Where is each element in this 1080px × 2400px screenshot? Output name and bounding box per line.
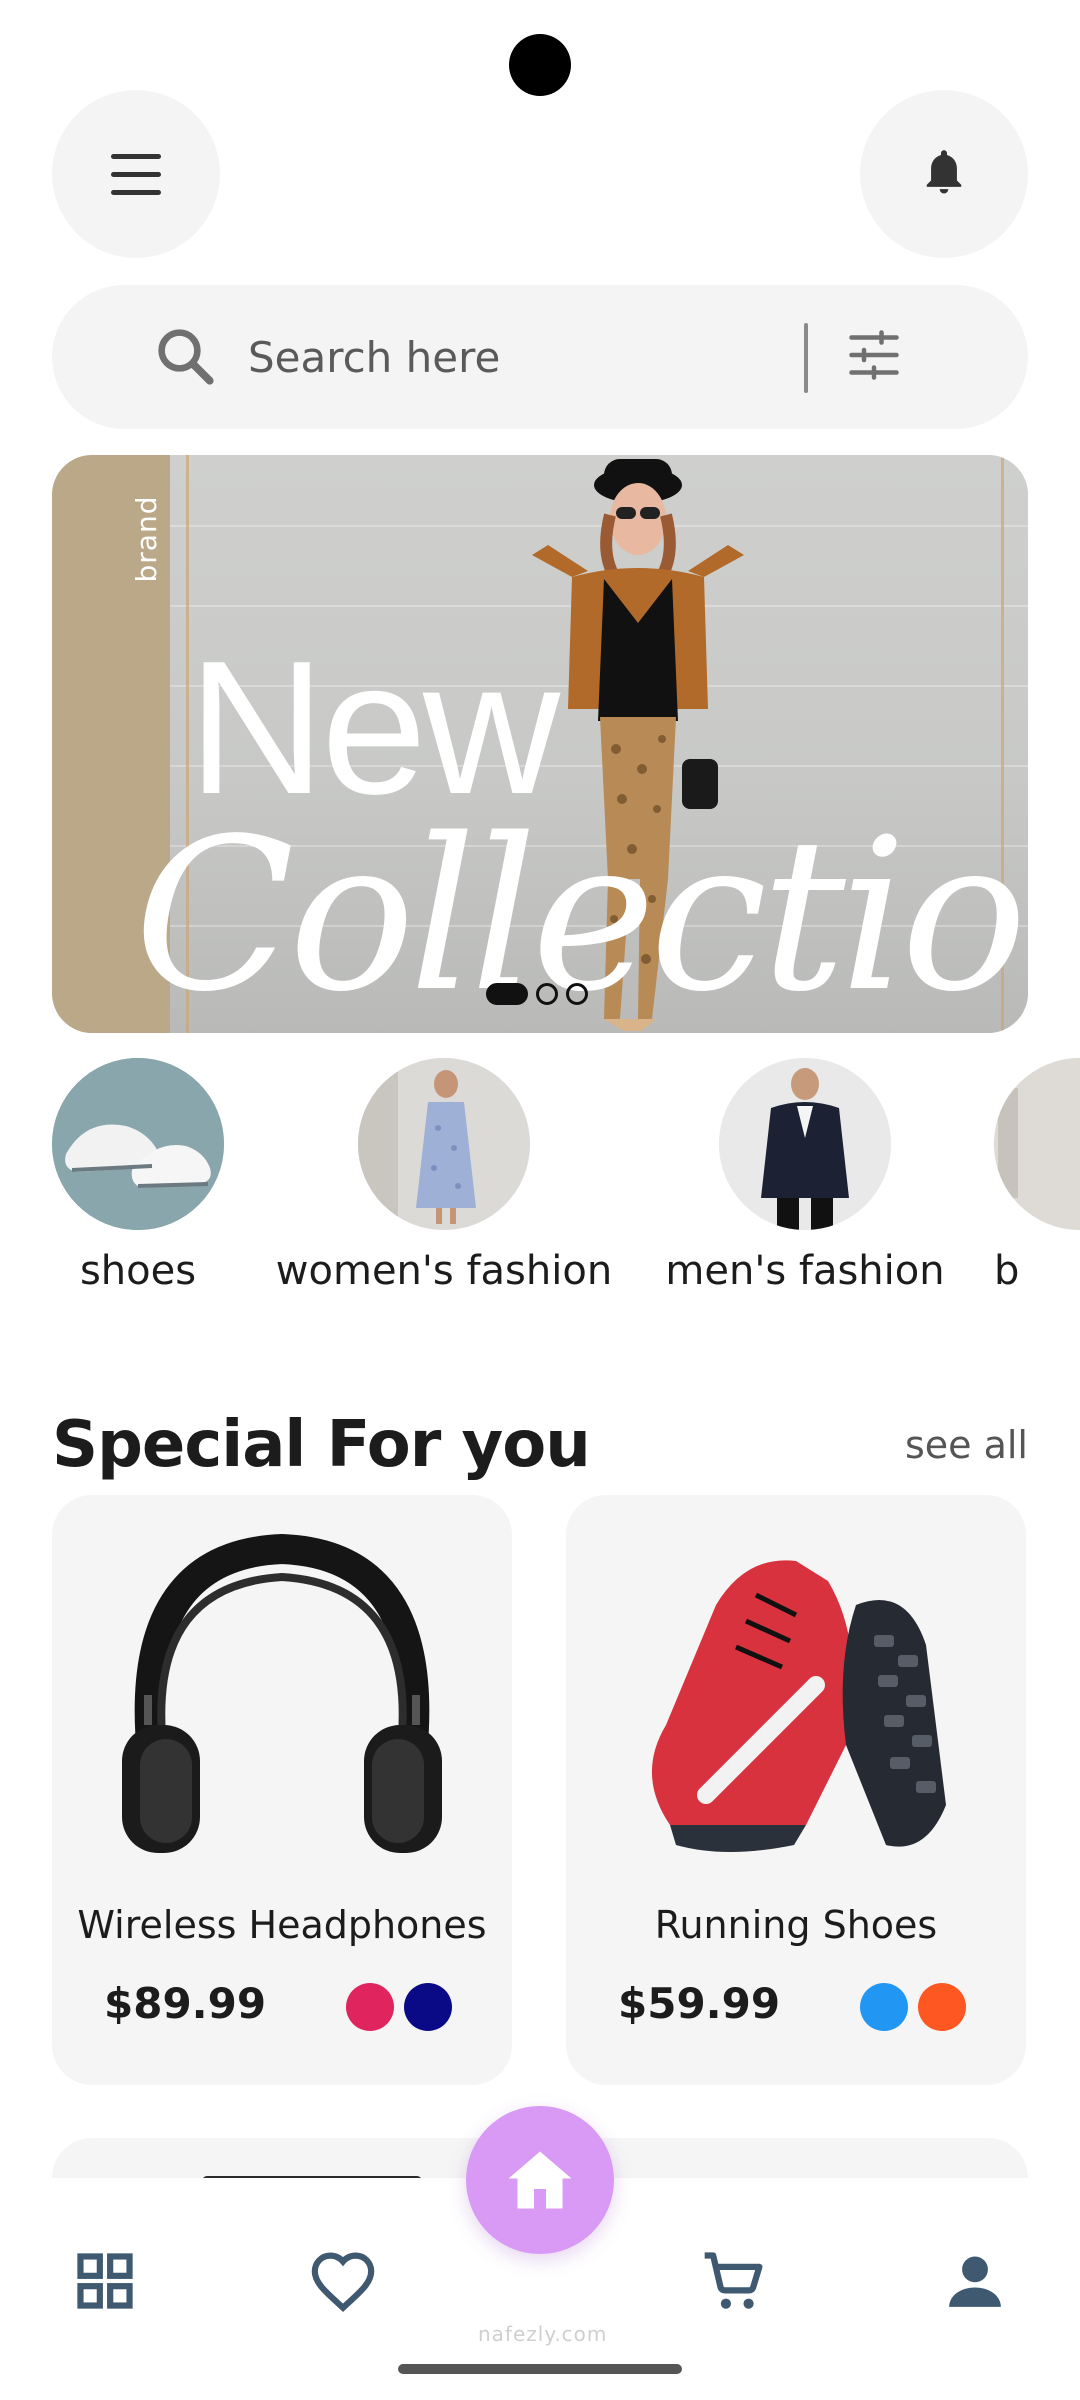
section-title: Special For you (52, 1408, 591, 1482)
color-swatch[interactable] (346, 1983, 394, 2031)
category-image (719, 1058, 891, 1230)
product-card[interactable]: Wireless Headphones $89.99 (52, 1495, 512, 2085)
pagination-dot[interactable] (536, 983, 558, 1005)
system-home-indicator[interactable] (398, 2364, 682, 2374)
color-swatch[interactable] (860, 1983, 908, 2031)
search-icon (158, 329, 214, 385)
running-shoes-image (651, 1560, 946, 1852)
search-input[interactable] (248, 323, 828, 391)
color-swatch[interactable] (404, 1983, 452, 2031)
see-all-link[interactable]: see all (905, 1423, 1028, 1467)
product-card[interactable]: Running Shoes $59.99 (566, 1495, 1026, 2085)
category-image (358, 1058, 530, 1230)
category-mens-fashion[interactable]: men's fashion (660, 1058, 950, 1294)
user-icon (949, 2256, 1001, 2307)
nav-cart[interactable] (688, 2236, 778, 2326)
search-divider (804, 323, 808, 393)
pagination-dot-active[interactable] (486, 983, 528, 1005)
category-label: b (994, 1248, 1020, 1294)
home-icon (508, 2151, 572, 2209)
category-label: men's fashion (665, 1248, 945, 1294)
bell-icon (926, 150, 962, 194)
category-more[interactable]: b (994, 1058, 1080, 1294)
product-name: Running Shoes (654, 1903, 938, 1947)
category-image (994, 1058, 1080, 1230)
nav-categories[interactable] (60, 2236, 150, 2326)
pagination-dot[interactable] (566, 983, 588, 1005)
color-swatch[interactable] (918, 1983, 966, 2031)
home-fab-button[interactable] (466, 2106, 614, 2254)
menu-button[interactable] (52, 90, 220, 258)
watermark-text: nafezly.com (478, 2322, 608, 2346)
front-camera (509, 34, 571, 96)
heart-icon (311, 2252, 375, 2312)
hamburger-icon (111, 154, 161, 195)
product-price: $89.99 (104, 1979, 267, 2028)
product-name: Wireless Headphones (77, 1903, 487, 1947)
cart-icon (704, 2252, 763, 2309)
color-swatches (346, 1983, 452, 2031)
category-label: shoes (79, 1248, 197, 1294)
nav-profile[interactable] (930, 2236, 1020, 2326)
category-label: women's fashion (275, 1248, 613, 1294)
search-bar[interactable] (52, 285, 1028, 429)
nav-favorites[interactable] (298, 2236, 388, 2326)
product-price: $59.99 (618, 1979, 781, 2028)
category-womens-fashion[interactable]: women's fashion (268, 1058, 620, 1294)
banner-pagination (486, 983, 588, 1005)
color-swatches (860, 1983, 966, 2031)
headphones-image (122, 1533, 442, 1853)
sliders-icon[interactable] (844, 325, 904, 385)
category-image (52, 1058, 224, 1230)
notification-button[interactable] (860, 90, 1028, 258)
category-shoes[interactable]: shoes (52, 1058, 224, 1294)
banner-brand-text: brand (130, 495, 163, 583)
promo-banner[interactable]: brand New Collection (52, 455, 1028, 1033)
grid-icon (77, 2253, 133, 2309)
